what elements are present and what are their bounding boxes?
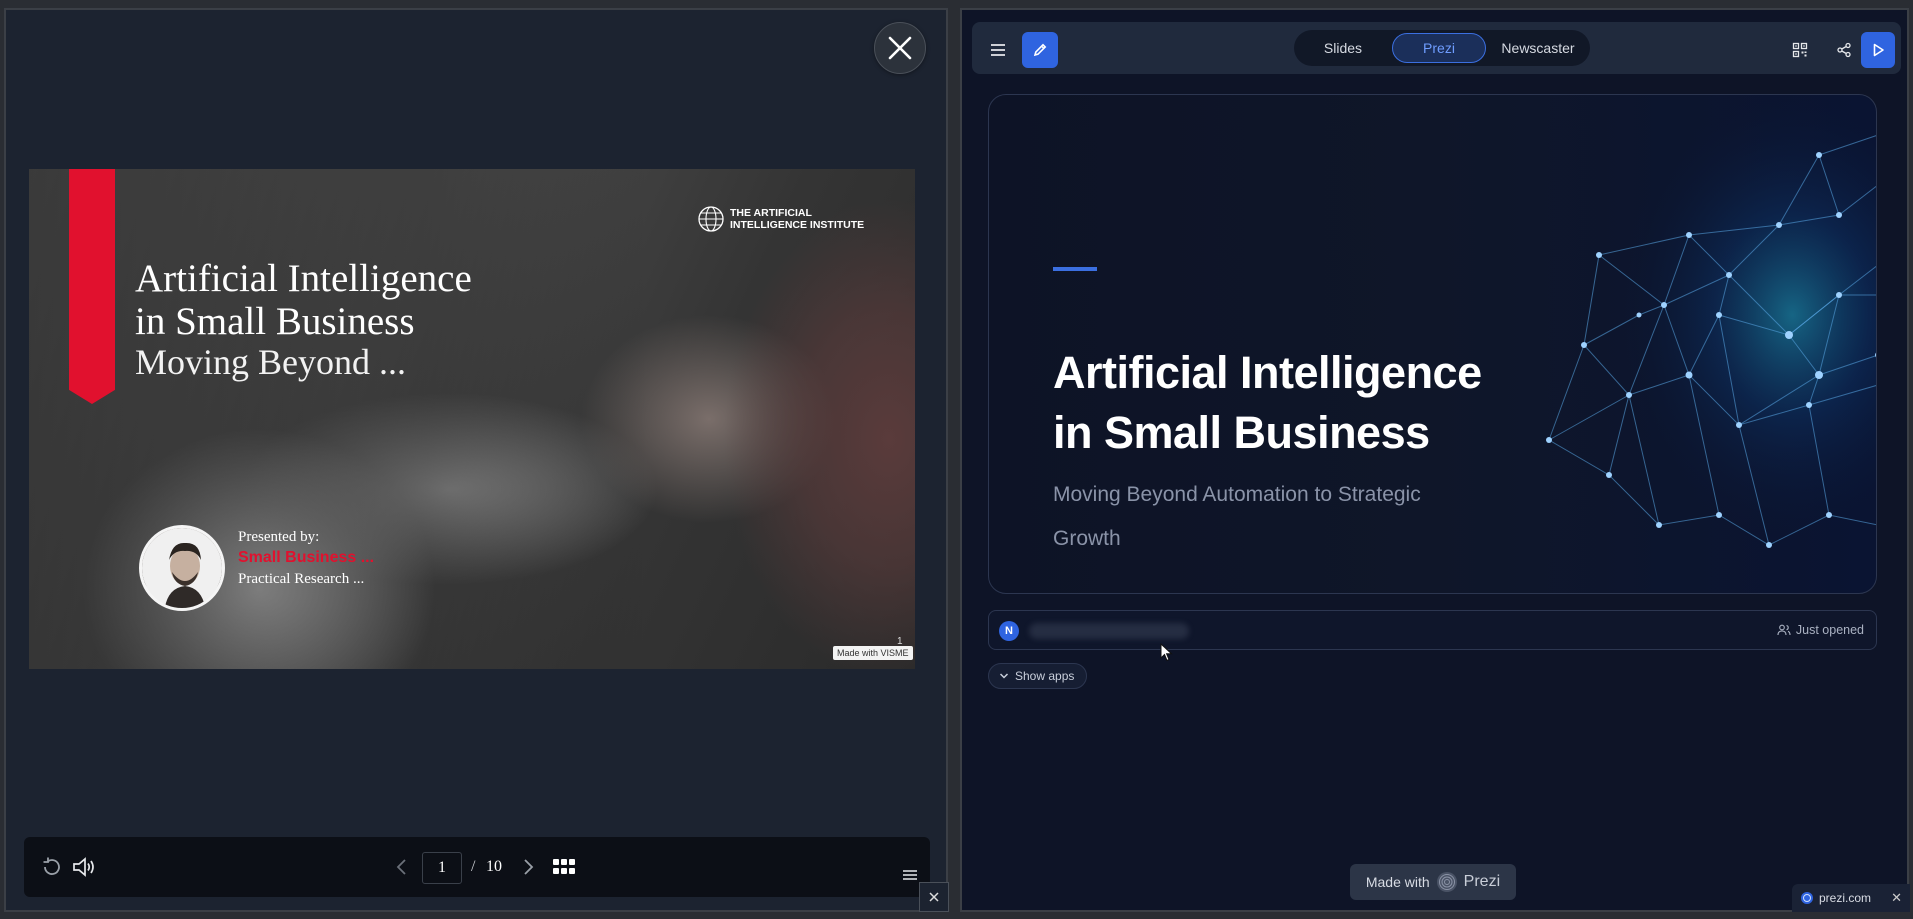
institute-name-line1: THE ARTIFICIAL — [730, 207, 812, 219]
pencil-icon — [1033, 43, 1047, 57]
prezi-brand-name: Prezi — [1463, 873, 1501, 890]
mouse-cursor-icon — [1160, 643, 1173, 662]
hero-title-line1: Artificial Intelligence — [1053, 347, 1482, 398]
slide-title-line1: Artificial Intelligence — [135, 257, 472, 300]
play-icon — [1873, 43, 1884, 57]
hero-subtitle: Moving Beyond Automation to Strategic Gr… — [1053, 483, 1421, 550]
open-status-text: Just opened — [1795, 623, 1864, 637]
prezi-panel: Slides Prezi Newscaster Artificial Intel… — [960, 8, 1909, 912]
edit-button[interactable] — [1022, 32, 1058, 68]
institute-name-line2: INTELLIGENCE INSTITUTE — [730, 219, 865, 231]
share-icon — [1837, 42, 1851, 58]
show-apps-button[interactable]: Show apps — [988, 663, 1088, 689]
slide-subtitle: Moving Beyond ... — [135, 342, 407, 382]
chevron-down-icon — [999, 673, 1009, 679]
tab-newscaster[interactable]: Newscaster — [1490, 33, 1586, 63]
institute-logo: THE ARTIFICIAL INTELLIGENCE INSTITUTE — [697, 205, 864, 233]
red-ribbon-decoration — [69, 169, 115, 404]
slide-title-line2: in Small Business — [135, 300, 415, 343]
hero-title-line2: in Small Business — [1053, 407, 1430, 458]
user-avatar[interactable]: N — [999, 621, 1019, 641]
total-pages: 10 — [486, 858, 502, 875]
collaboration-status-bar: N Just opened — [988, 610, 1877, 650]
visme-viewer-panel: Artificial Intelligence in Small Busines… — [4, 8, 948, 912]
prezi-domain-text: prezi.com — [1819, 891, 1872, 905]
tab-slides[interactable]: Slides — [1300, 33, 1386, 63]
share-button[interactable] — [1826, 32, 1862, 68]
slide-canvas[interactable]: Artificial Intelligence in Small Busines… — [29, 169, 915, 669]
show-apps-label: Show apps — [1015, 669, 1075, 683]
open-status: Just opened — [1777, 623, 1864, 637]
replay-button[interactable] — [38, 853, 66, 881]
main-menu-button[interactable] — [980, 32, 1016, 68]
viewer-controls-bar: 1 / 10 — [24, 837, 930, 897]
current-page-input[interactable]: 1 — [422, 852, 462, 884]
close-icon[interactable]: ✕ — [1891, 890, 1902, 906]
network-graphic — [1489, 95, 1876, 593]
made-with-visme-badge[interactable]: Made with VISME — [833, 646, 913, 660]
presenter-organization: Practical Research ... — [238, 571, 365, 587]
prezi-domain-badge[interactable]: prezi.com ✕ — [1792, 884, 1910, 912]
made-with-label: Made with — [1365, 874, 1430, 890]
qr-code-button[interactable] — [1782, 32, 1818, 68]
hero-title: Artificial Intelligence in Small Busines… — [1053, 343, 1482, 463]
presenter-name: Small Business ... — [238, 549, 375, 566]
hamburger-icon — [903, 870, 917, 880]
close-viewer-button[interactable] — [874, 22, 926, 74]
made-with-prezi-badge[interactable]: Made with Prezi — [1350, 864, 1516, 900]
slide-title: Artificial Intelligence in Small Busines… — [135, 257, 472, 343]
hero-accent-line — [1053, 267, 1097, 271]
qr-code-icon — [1792, 42, 1808, 58]
prezi-logo-icon — [1436, 872, 1457, 892]
chevron-left-icon — [396, 859, 406, 875]
globe-icon — [698, 206, 724, 232]
close-panel-button[interactable] — [919, 882, 949, 912]
prezi-toolbar: Slides Prezi Newscaster — [972, 22, 1901, 74]
presenter-avatar — [139, 525, 225, 611]
present-button[interactable] — [1861, 32, 1895, 68]
grid-icon — [553, 859, 575, 874]
prezi-hero-slide[interactable]: Artificial Intelligence in Small Busines… — [988, 94, 1877, 594]
users-icon — [1777, 624, 1791, 636]
tab-prezi[interactable]: Prezi — [1392, 33, 1486, 63]
close-icon — [888, 36, 912, 60]
previous-slide-button[interactable] — [388, 853, 416, 881]
grid-view-button[interactable] — [550, 853, 578, 881]
volume-button[interactable] — [70, 853, 98, 881]
blurred-username — [1029, 623, 1189, 639]
close-icon — [929, 892, 939, 902]
hamburger-icon — [991, 44, 1005, 56]
replay-icon — [43, 857, 60, 875]
next-slide-button[interactable] — [514, 853, 542, 881]
prezi-logo-icon — [1801, 892, 1813, 904]
view-mode-switcher: Slides Prezi Newscaster — [1294, 30, 1590, 66]
speaker-icon — [73, 857, 94, 877]
chevron-right-icon — [524, 859, 534, 875]
page-separator: / — [471, 858, 476, 875]
presented-by-label: Presented by: — [238, 529, 320, 545]
